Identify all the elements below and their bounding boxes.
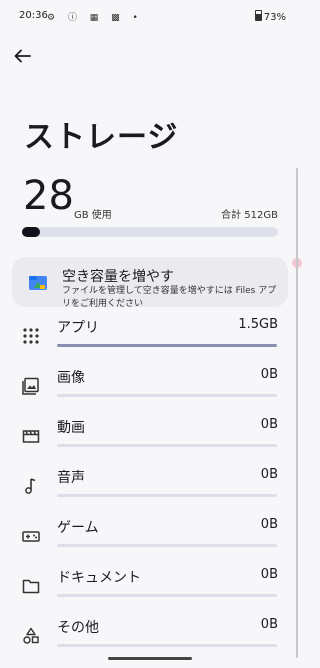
page-title: ストレージ [24,120,179,155]
folder-icon [22,579,40,594]
storage-row-bar [57,594,277,597]
storage-row-bar [57,544,277,547]
gamepad-icon [22,531,40,542]
storage-row-size: 0B [260,617,278,632]
arrow-back-icon [14,49,31,63]
video-icon [22,430,40,443]
music-note-icon [25,478,36,494]
image-icon [22,377,39,395]
storage-row-label: ゲーム [57,520,99,536]
free-up-space-title: 空き容量を増やす [62,269,174,285]
status-time: 20:36 [19,10,48,21]
storage-row-size: 0B [260,517,278,532]
storage-row-bar [57,644,277,647]
storage-row-bar [57,344,277,347]
storage-row-size: 0B [260,417,278,432]
storage-row-bar [57,494,277,497]
storage-row-label: 音声 [57,470,85,486]
storage-row-size: 0B [260,567,278,582]
used-storage-value: 28 [23,173,74,219]
storage-usage-fill [22,227,40,237]
storage-row-audio[interactable]: 音声 0B [0,455,300,505]
battery-percent: 73% [263,12,286,23]
storage-row-size: 1.5GB [238,317,278,332]
battery-icon [254,10,262,21]
apps-grid-icon [23,328,39,344]
storage-row-bar-fill [57,344,277,347]
storage-row-bar [57,444,277,447]
storage-row-videos[interactable]: 動画 0B [0,405,300,455]
back-button[interactable] [10,44,34,68]
storage-row-label: 画像 [57,370,85,386]
storage-row-size: 0B [260,367,278,382]
used-storage-unit: GB 使用 [74,210,112,221]
storage-usage-bar [22,227,278,237]
storage-row-other[interactable]: その他 0B [0,605,300,655]
shapes-icon [23,627,39,644]
files-app-icon [29,276,47,290]
storage-row-label: アプリ [57,320,99,336]
storage-row-games[interactable]: ゲーム 0B [0,505,300,555]
gesture-navigation-bar[interactable] [108,657,192,660]
storage-row-label: ドキュメント [57,570,141,586]
total-storage: 合計 512GB [221,210,278,221]
storage-row-documents[interactable]: ドキュメント 0B [0,555,300,605]
storage-row-images[interactable]: 画像 0B [0,355,300,405]
storage-row-bar [57,394,277,397]
storage-row-apps[interactable]: アプリ 1.5GB [0,305,300,355]
free-up-space-card[interactable]: 空き容量を増やす ファイルを管理して空き容量を増やすには Files アプリをご… [12,257,288,309]
battery-indicator: 73% [254,10,286,23]
status-bar: 20:36 ⚙ ⓘ ▦ ▩ • 73% [0,0,300,32]
storage-row-label: 動画 [57,420,85,436]
storage-row-size: 0B [260,467,278,482]
notification-icons: ⚙ ⓘ ▦ ▩ • [47,13,143,23]
storage-row-label: その他 [57,620,99,636]
